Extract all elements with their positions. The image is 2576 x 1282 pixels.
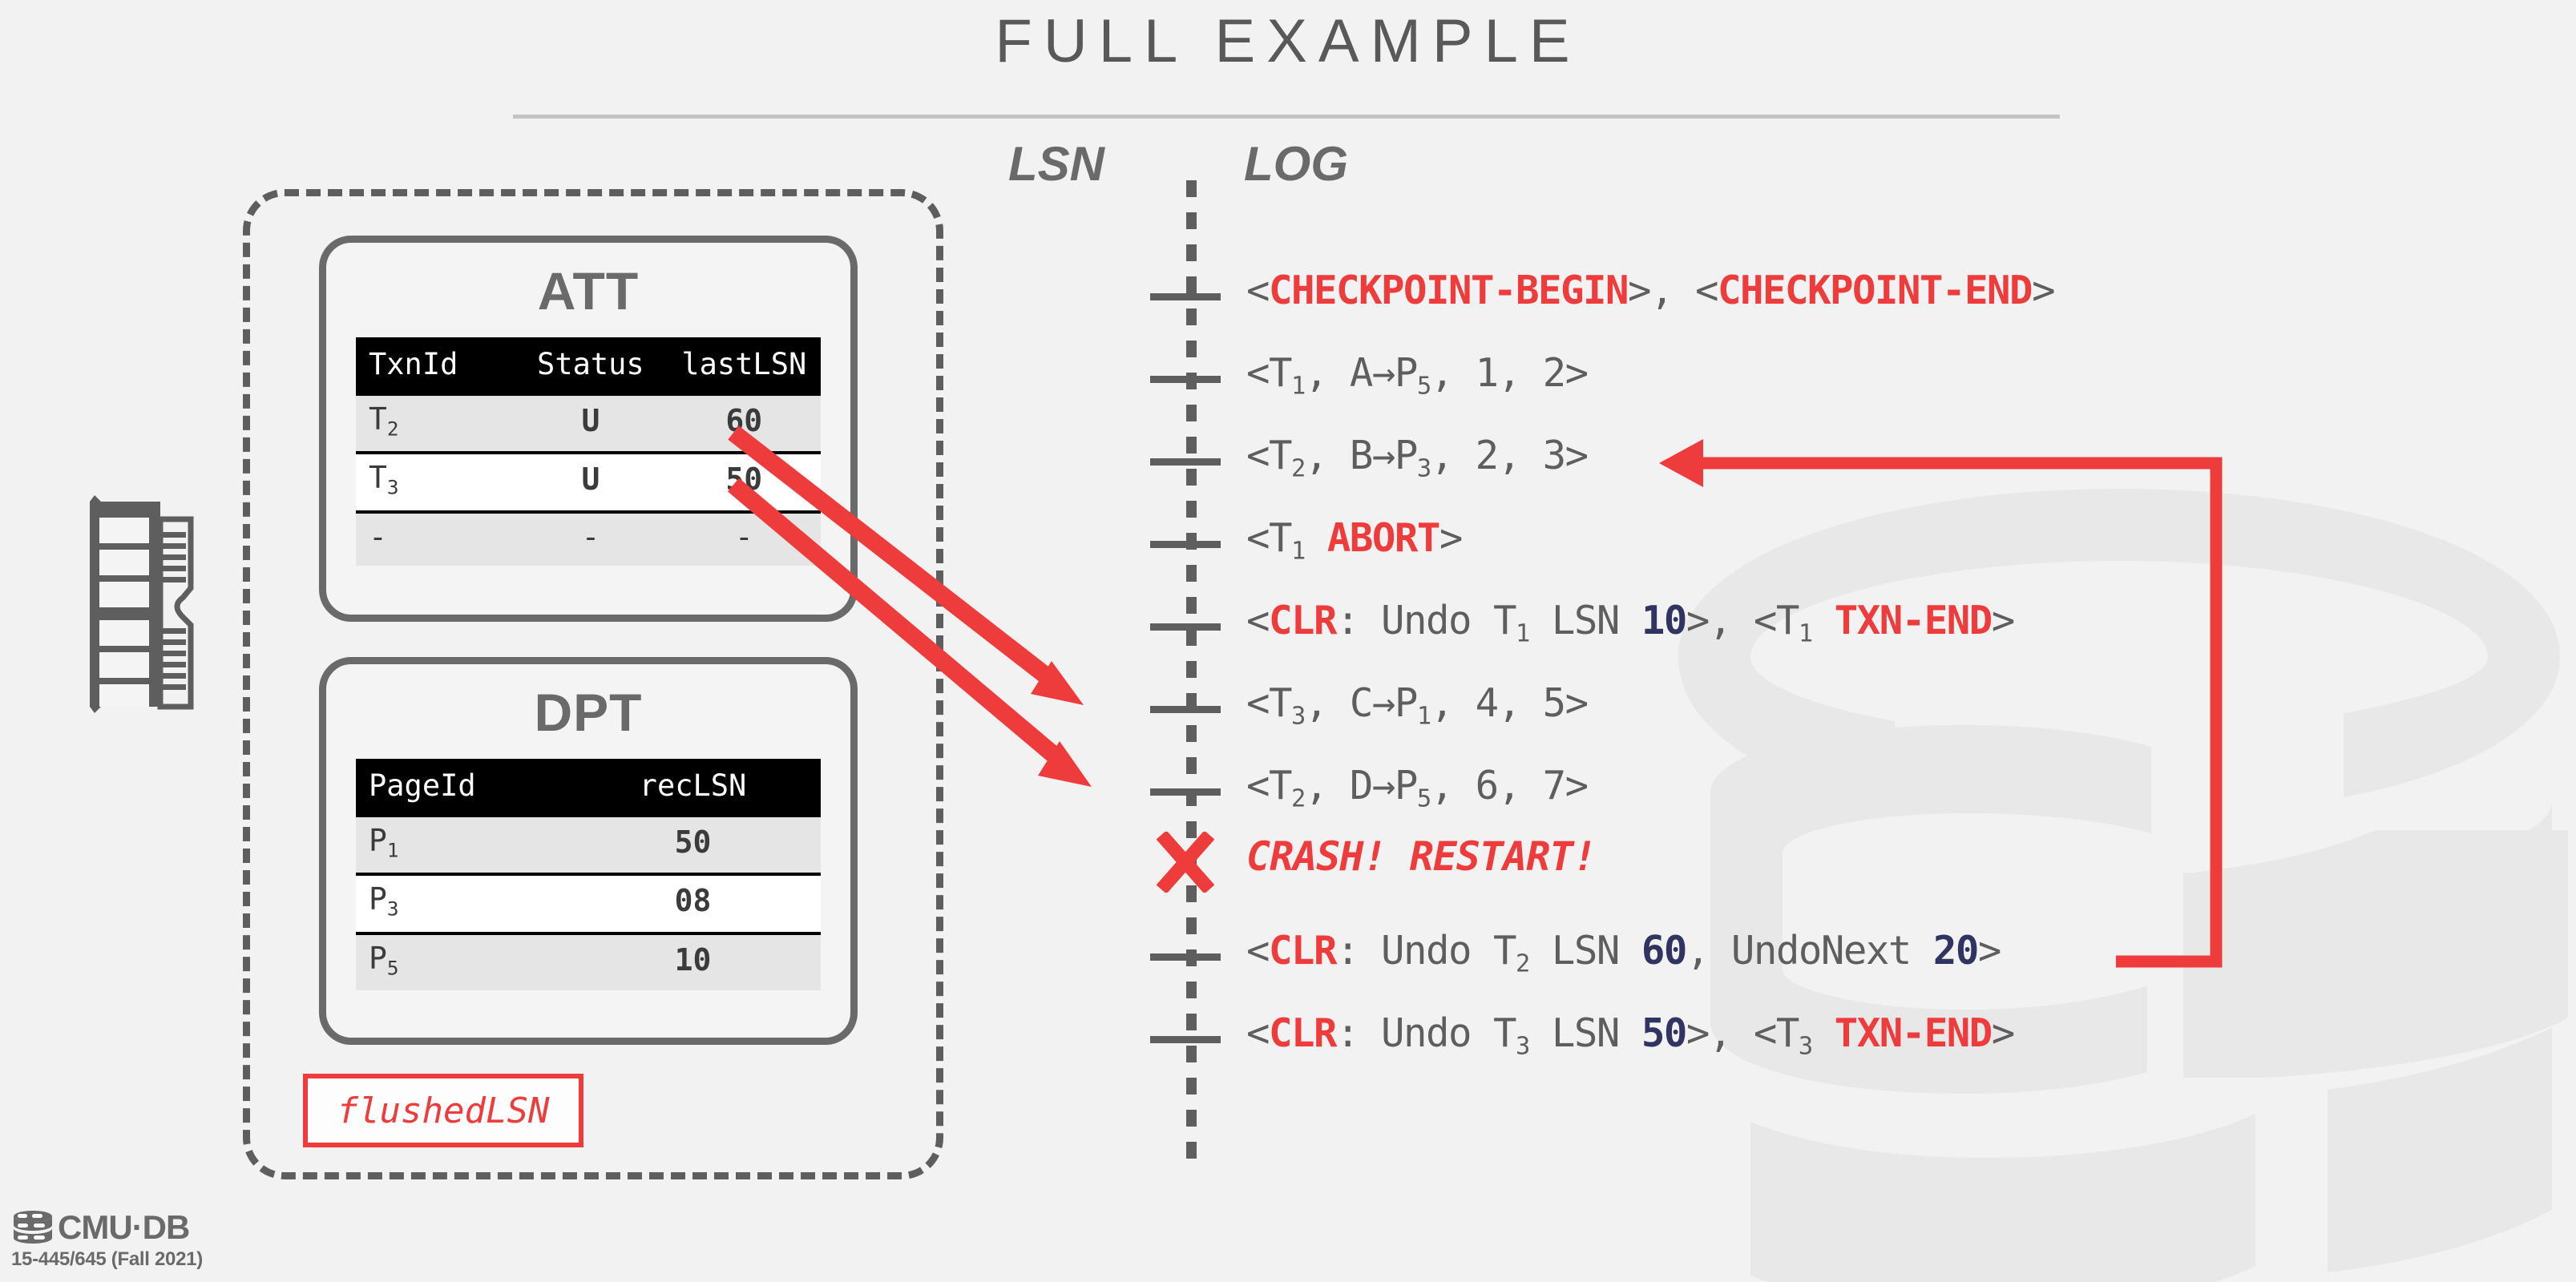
dpt-panel: DPT PageId recLSN P1 50 P3 08 P5 10	[319, 657, 858, 1045]
log-entry-text: <CLR: Undo T3 LSN 50>, <T3 TXN-END>	[1246, 1010, 2015, 1061]
log-entry-text: <CLR: Undo T2 LSN 60, UndoNext 20>	[1246, 928, 2001, 978]
dpt-cell-reclsn: 10	[565, 931, 821, 990]
flushed-lsn-label: flushedLSN	[337, 1090, 550, 1131]
dpt-cell-reclsn: 08	[565, 873, 821, 933]
log-entry-text: <T2, B→P3, 2, 3>	[1246, 433, 1589, 483]
timeline-tick	[1150, 293, 1221, 300]
dpt-header-row: PageId recLSN	[356, 759, 821, 816]
log-entry-text: <T1, A→P5, 1, 2>	[1246, 350, 1589, 401]
database-logo-icon	[14, 1211, 52, 1244]
att-cell-lastlsn: 50	[667, 451, 821, 512]
table-row: T2 U 60	[356, 392, 821, 454]
log-entry-text: <CLR: Undo T1 LSN 10>, <T1 TXN-END>	[1246, 598, 2015, 648]
log-column-header: LOG	[1244, 137, 1348, 191]
footer-course-label: 15-445/645 (Fall 2021)	[11, 1248, 203, 1270]
table-row: - - -	[356, 510, 821, 566]
dpt-col-reclsn: recLSN	[565, 759, 821, 816]
cmudb-logo-text: CMU·DB	[58, 1208, 190, 1246]
undonext-arrow	[1675, 457, 2223, 968]
table-row: P1 50	[356, 813, 821, 875]
crash-text: CRASH! RESTART!	[1246, 833, 1597, 880]
att-title: ATT	[537, 261, 640, 320]
timeline-tick	[1150, 1036, 1221, 1043]
dpt-cell-reclsn: 50	[565, 813, 821, 875]
att-col-txnid: TxnId	[356, 337, 515, 394]
flushed-lsn-box: flushedLSN	[303, 1074, 583, 1147]
timeline-tick	[1150, 623, 1221, 631]
crash-x-icon	[1157, 832, 1214, 893]
timeline-tick	[1150, 706, 1221, 713]
page-title: FULL EXAMPLE	[995, 7, 1581, 75]
dpt-title: DPT	[534, 683, 643, 742]
timeline-tick	[1150, 376, 1221, 383]
dpt-cell-pageid: P1	[356, 813, 565, 875]
att-header-row: TxnId Status lastLSN	[356, 337, 821, 394]
att-col-lastlsn: lastLSN	[667, 337, 821, 394]
att-cell-lastlsn: 60	[667, 392, 821, 454]
att-panel: ATT TxnId Status lastLSN T2 U 60 T3 U 50…	[319, 236, 858, 622]
att-cell-status: -	[514, 510, 668, 566]
memory-module-icon	[90, 495, 194, 713]
att-cell-txnid: T2	[356, 392, 515, 454]
database-cylinder-watermark	[1678, 489, 2568, 1282]
table-row: T3 U 50	[356, 451, 821, 512]
log-entry-text: <T2, D→P5, 6, 7>	[1246, 763, 1589, 813]
log-entry-text: <CHECKPOINT-BEGIN>, <CHECKPOINT-END>	[1246, 268, 2056, 313]
att-cell-txnid: -	[356, 510, 515, 566]
cmudb-logo: CMU·DB	[11, 1210, 203, 1245]
att-col-status: Status	[514, 337, 668, 394]
slide-root: FULL EXAMPLE ATT TxnId Status lastLSN T2…	[0, 0, 2576, 1282]
att-cell-txnid: T3	[356, 451, 515, 512]
att-table: TxnId Status lastLSN T2 U 60 T3 U 50 - -…	[356, 337, 821, 566]
log-timeline-dashed-line	[1186, 180, 1197, 1166]
timeline-tick	[1150, 541, 1221, 548]
att-cell-status: U	[514, 392, 668, 454]
dpt-cell-pageid: P3	[356, 873, 565, 933]
undonext-arrow-head	[1659, 439, 1703, 487]
dpt-cell-pageid: P5	[356, 931, 565, 990]
timeline-tick	[1150, 788, 1221, 796]
log-entry-text: <T3, C→P1, 4, 5>	[1246, 680, 1589, 731]
table-row: P3 08	[356, 873, 821, 933]
log-entry-text: <T1 ABORT>	[1246, 515, 1463, 566]
att-cell-status: U	[514, 451, 668, 512]
title-divider	[513, 115, 2060, 119]
table-row: P5 10	[356, 931, 821, 990]
dpt-table: PageId recLSN P1 50 P3 08 P5 10	[356, 759, 821, 990]
att-cell-lastlsn: -	[667, 510, 821, 566]
timeline-tick	[1150, 458, 1221, 466]
timeline-tick	[1150, 953, 1221, 961]
footer: CMU·DB 15-445/645 (Fall 2021)	[11, 1210, 203, 1271]
dpt-col-pageid: PageId	[356, 759, 565, 816]
lsn-column-header: LSN	[1008, 137, 1104, 191]
